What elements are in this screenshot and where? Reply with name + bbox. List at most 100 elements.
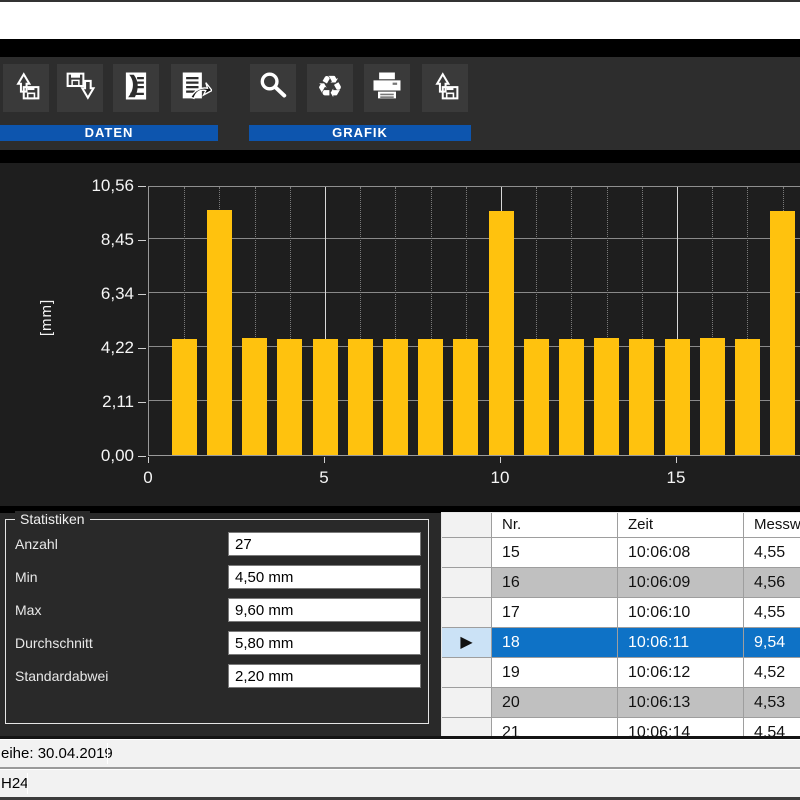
recycle-icon: ♻ bbox=[317, 73, 344, 103]
cell-messwert[interactable]: 4,56 bbox=[744, 568, 800, 598]
row-selector[interactable]: ▶ bbox=[442, 628, 492, 658]
x-tick-mark bbox=[500, 457, 501, 463]
stat-label-durchschnitt: Durchschnitt bbox=[15, 631, 93, 655]
row-selector[interactable] bbox=[442, 568, 492, 598]
x-tick-label: 10 bbox=[480, 468, 520, 488]
save-data-button[interactable] bbox=[57, 64, 103, 112]
status-device-text: H24 bbox=[1, 770, 29, 797]
cell-nr[interactable]: 19 bbox=[492, 658, 618, 688]
cell-nr[interactable]: 17 bbox=[492, 598, 618, 628]
statistics-title: Statistiken bbox=[15, 511, 90, 527]
cell-zeit[interactable]: 10:06:12 bbox=[618, 658, 744, 688]
measurement-bar bbox=[242, 338, 267, 455]
y-tick-mark bbox=[138, 294, 146, 295]
zoom-button[interactable] bbox=[250, 64, 296, 112]
plot-area bbox=[148, 186, 800, 456]
cell-nr[interactable]: 18 bbox=[492, 628, 618, 658]
cell-messwert[interactable]: 4,55 bbox=[744, 538, 800, 568]
separator-band bbox=[0, 39, 800, 57]
stat-field-max[interactable] bbox=[228, 598, 421, 622]
stat-label-min: Min bbox=[15, 565, 38, 589]
table-header-messwert[interactable]: Messwert bbox=[744, 513, 800, 538]
measurement-bar bbox=[418, 339, 443, 455]
cell-zeit[interactable]: 10:06:10 bbox=[618, 598, 744, 628]
stat-row: Anzahl bbox=[6, 532, 428, 556]
stat-field-min[interactable] bbox=[228, 565, 421, 589]
stat-row: Durchschnitt bbox=[6, 631, 428, 655]
bottom-panel: Statistiken AnzahlMinMaxDurchschnittStan… bbox=[0, 513, 800, 736]
x-tick-mark bbox=[676, 457, 677, 463]
status-divider bbox=[107, 743, 108, 764]
x-tick-mark bbox=[148, 457, 149, 463]
y-tick-label: 2,11 bbox=[40, 392, 134, 412]
report-document-button[interactable] bbox=[113, 64, 159, 112]
export-document-button[interactable] bbox=[171, 64, 217, 112]
toolbar: ♻ DATEN GRAFIK bbox=[0, 57, 800, 150]
print-button[interactable] bbox=[364, 64, 410, 112]
cell-zeit[interactable]: 10:06:08 bbox=[618, 538, 744, 568]
measurement-bar bbox=[735, 339, 760, 455]
cell-nr[interactable]: 16 bbox=[492, 568, 618, 598]
row-selector[interactable] bbox=[442, 538, 492, 568]
app-window: ♻ DATEN GRAFIK [mm] 0,002,114,226,348,45… bbox=[0, 0, 800, 800]
cell-zeit[interactable]: 10:06:11 bbox=[618, 628, 744, 658]
row-selector[interactable] bbox=[442, 598, 492, 628]
table-header-rowselector bbox=[442, 513, 492, 538]
table-header-nr[interactable]: Nr. bbox=[492, 513, 618, 538]
measurement-bar bbox=[453, 339, 478, 455]
measurement-bar bbox=[629, 339, 654, 455]
y-tick-mark bbox=[138, 402, 146, 403]
cell-nr[interactable]: 20 bbox=[492, 688, 618, 718]
measurement-bar bbox=[594, 338, 619, 455]
statusbar-series: eihe: 30.04.2019 bbox=[0, 739, 800, 767]
save-graphic-button[interactable] bbox=[422, 64, 468, 112]
h-gridline bbox=[149, 238, 800, 239]
status-series-text: eihe: 30.04.2019 bbox=[1, 740, 113, 767]
y-tick-mark bbox=[138, 240, 146, 241]
y-tick-mark bbox=[138, 186, 146, 187]
cell-messwert[interactable]: 4,54 bbox=[744, 718, 800, 736]
y-tick-label: 0,00 bbox=[40, 446, 134, 466]
measurement-bar bbox=[770, 211, 795, 455]
load-data-button[interactable] bbox=[3, 64, 49, 112]
magnifier-icon bbox=[255, 68, 291, 109]
x-tick-label: 5 bbox=[304, 468, 344, 488]
table-header-zeit[interactable]: Zeit bbox=[618, 513, 744, 538]
cell-zeit[interactable]: 10:06:13 bbox=[618, 688, 744, 718]
x-tick-mark bbox=[324, 457, 325, 463]
stat-label-standardabwei: Standardabwei bbox=[15, 664, 108, 688]
cell-zeit[interactable]: 10:06:14 bbox=[618, 718, 744, 736]
cell-nr[interactable]: 21 bbox=[492, 718, 618, 736]
grafik-group-label: GRAFIK bbox=[249, 125, 471, 141]
cell-messwert[interactable]: 9,54 bbox=[744, 628, 800, 658]
floppy-arrow-up-icon bbox=[8, 68, 44, 109]
status-divider bbox=[27, 773, 28, 794]
cell-messwert[interactable]: 4,55 bbox=[744, 598, 800, 628]
stat-field-anzahl[interactable] bbox=[228, 532, 421, 556]
measurement-bar bbox=[383, 339, 408, 455]
cell-nr[interactable]: 15 bbox=[492, 538, 618, 568]
measurement-bar bbox=[700, 338, 725, 455]
y-tick-mark bbox=[138, 348, 146, 349]
x-tick-label: 15 bbox=[656, 468, 696, 488]
cell-messwert[interactable]: 4,53 bbox=[744, 688, 800, 718]
stat-row: Standardabwei bbox=[6, 664, 428, 688]
measurement-bar bbox=[665, 339, 690, 455]
statistics-groupbox: Statistiken AnzahlMinMaxDurchschnittStan… bbox=[5, 519, 429, 724]
cell-messwert[interactable]: 4,52 bbox=[744, 658, 800, 688]
stat-field-standardabwei[interactable] bbox=[228, 664, 421, 688]
refresh-button[interactable]: ♻ bbox=[307, 64, 353, 112]
measurement-bar bbox=[172, 339, 197, 455]
row-selector[interactable] bbox=[442, 718, 492, 736]
cell-zeit[interactable]: 10:06:09 bbox=[618, 568, 744, 598]
stat-row: Min bbox=[6, 565, 428, 589]
row-selector[interactable] bbox=[442, 688, 492, 718]
y-tick-label: 8,45 bbox=[40, 230, 134, 250]
measurement-bar bbox=[277, 339, 302, 455]
document-arrow-icon bbox=[176, 68, 212, 109]
y-tick-mark bbox=[138, 456, 146, 457]
stat-field-durchschnitt[interactable] bbox=[228, 631, 421, 655]
printer-icon bbox=[369, 68, 405, 109]
row-selector[interactable] bbox=[442, 658, 492, 688]
floppy-arrow-down-icon bbox=[62, 68, 98, 109]
